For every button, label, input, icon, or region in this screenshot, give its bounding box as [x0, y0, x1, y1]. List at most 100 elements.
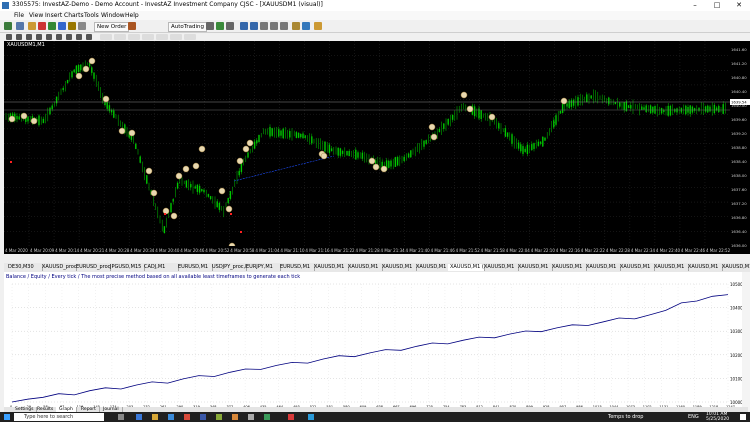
chart-tab[interactable]: EURUSD_proc,M15 [74, 264, 111, 271]
new-chart-icon[interactable] [4, 22, 12, 30]
new-order-button[interactable]: New Order [94, 22, 130, 32]
options-icon[interactable] [78, 22, 86, 30]
tester-tab-journal[interactable]: Journal [100, 407, 123, 412]
price-axis-label: 1638.40 [731, 159, 747, 164]
timeframe-d1[interactable] [184, 34, 196, 40]
chart-tab[interactable]: JPGUSD,M15 [108, 264, 145, 271]
zoom-out-icon[interactable] [250, 22, 258, 30]
app-icon-6[interactable] [264, 414, 270, 420]
zoom-in-icon[interactable] [240, 22, 248, 30]
terminal-icon[interactable] [58, 22, 66, 30]
menu-help[interactable]: Help [125, 12, 139, 19]
taskbar-search-input[interactable]: Type here to search [14, 413, 104, 421]
candlesticks-icon[interactable] [216, 22, 224, 30]
menu-file[interactable]: File [14, 12, 24, 19]
app-icon-4[interactable] [232, 414, 238, 420]
chrome-icon[interactable] [184, 414, 190, 420]
timeframe-m5[interactable] [114, 34, 126, 40]
market-watch-icon[interactable] [28, 22, 36, 30]
chart-tab[interactable]: XAUUSD,M1 (visual) [448, 264, 485, 271]
profiles-icon[interactable] [16, 22, 24, 30]
task-view-icon[interactable] [118, 414, 124, 420]
chart-tab[interactable]: DE30,M30 [6, 264, 43, 271]
menu-tools[interactable]: Tools [84, 12, 99, 19]
chart-tab[interactable]: XAUUSD_proc,M1 [40, 264, 77, 271]
channel-icon[interactable] [56, 34, 62, 40]
chart-tab[interactable]: XAUUSD,M1 [686, 264, 723, 271]
text-icon[interactable] [76, 34, 82, 40]
clock-date: 5/25/2020 [706, 417, 730, 422]
chart-tab[interactable]: EURUSD,M1 [278, 264, 315, 271]
crosshair-icon[interactable] [16, 34, 22, 40]
chart-tab[interactable]: EURUSD,M1 [176, 264, 213, 271]
notifications-icon[interactable] [740, 414, 746, 420]
balance-y-label: 10200 [730, 353, 742, 358]
menu-charts[interactable]: Charts [64, 12, 84, 19]
data-window-icon[interactable] [38, 22, 46, 30]
cursor-icon[interactable] [6, 34, 12, 40]
app-icon-5[interactable] [248, 414, 254, 420]
chart-tab[interactable]: XAUUSD,M1 [618, 264, 655, 271]
periods-icon[interactable] [302, 22, 310, 30]
timeframe-m30[interactable] [142, 34, 154, 40]
maximize-button[interactable]: □ [706, 0, 728, 11]
time-axis-label: 4 Mar 20:46 [180, 248, 205, 253]
vertical-line-icon[interactable] [26, 34, 32, 40]
tile-windows-icon[interactable] [260, 22, 268, 30]
tester-tab-graph[interactable]: Graph [56, 407, 77, 412]
menu-insert[interactable]: Insert [45, 12, 62, 19]
candles-canvas: 4 Mar 2020 4 Mar 20:09 4 Mar 20:14 4 Mar 20… [4, 41, 740, 254]
chart-tab[interactable]: XAUUSD,M1 [584, 264, 621, 271]
chart-tab[interactable]: EURJPY,M1 [244, 264, 281, 271]
autotrading-button[interactable]: AutoTrading [168, 22, 207, 32]
navigator-icon[interactable] [48, 22, 56, 30]
chart-shift-icon[interactable] [280, 22, 288, 30]
menu-window[interactable]: Window [101, 12, 125, 19]
templates-icon[interactable] [314, 22, 322, 30]
minimize-button[interactable]: – [684, 0, 706, 11]
chart-tab[interactable]: XAUUSD,M1 [550, 264, 587, 271]
windows-start-icon[interactable] [4, 414, 10, 420]
language-indicator[interactable]: ENG [688, 414, 699, 420]
time-axis-label: 4 Mar 20:14 [55, 248, 80, 253]
time-axis-label: 4 Mar 22:10 [531, 248, 556, 253]
tester-tab-report[interactable]: Report [78, 407, 100, 412]
time-axis-label: 4 Mar 22:28 [606, 248, 631, 253]
indicators-icon[interactable] [292, 22, 300, 30]
trendline-icon[interactable] [46, 34, 52, 40]
bar-chart-icon[interactable] [206, 22, 214, 30]
metaeditor-icon[interactable] [128, 22, 136, 30]
app-icon-2[interactable] [200, 414, 206, 420]
chart-tab[interactable]: USDJPY_proc,M1 [210, 264, 247, 271]
chart-tab[interactable]: XAUUSD,M1 [720, 264, 750, 271]
chart-tab[interactable]: XAUUSD,M1 [516, 264, 553, 271]
time-axis-label: 4 Mar 21:28 [355, 248, 380, 253]
strategy-tester-icon[interactable] [68, 22, 76, 30]
line-chart-icon[interactable] [226, 22, 234, 30]
timeframe-h1[interactable] [156, 34, 168, 40]
file-explorer-icon[interactable] [152, 414, 158, 420]
timeframe-m15[interactable] [128, 34, 140, 40]
mail-icon[interactable] [168, 414, 174, 420]
timeframe-m1[interactable] [100, 34, 112, 40]
price-chart[interactable]: 4 Mar 2020 4 Mar 20:09 4 Mar 20:14 4 Mar 20… [4, 41, 740, 254]
horizontal-line-icon[interactable] [36, 34, 42, 40]
tester-tab-results[interactable]: Results [34, 407, 58, 412]
edge-icon[interactable] [136, 414, 142, 420]
timeframe-h4[interactable] [170, 34, 182, 40]
fibonacci-icon[interactable] [66, 34, 72, 40]
menu-view[interactable]: View [29, 12, 43, 19]
chart-tab[interactable]: XAUUSD,M1 [652, 264, 689, 271]
metatrader-icon[interactable] [308, 414, 314, 420]
app-icon-3[interactable] [216, 414, 222, 420]
chart-tab[interactable]: XAUUSD,M1 [482, 264, 519, 271]
app-icon-7[interactable] [288, 414, 294, 420]
chart-tab[interactable]: CADJ,M1 [142, 264, 179, 271]
close-button[interactable]: ✕ [728, 0, 750, 11]
chart-tab[interactable]: XAUUSD,M1 [312, 264, 349, 271]
autoscroll-icon[interactable] [270, 22, 278, 30]
chart-tab[interactable]: XAUUSD,M1 [414, 264, 451, 271]
chart-tab[interactable]: XAUUSD,M1 [380, 264, 417, 271]
chart-tab[interactable]: XAUUSD,M1 [346, 264, 383, 271]
arrows-icon[interactable] [86, 34, 92, 40]
